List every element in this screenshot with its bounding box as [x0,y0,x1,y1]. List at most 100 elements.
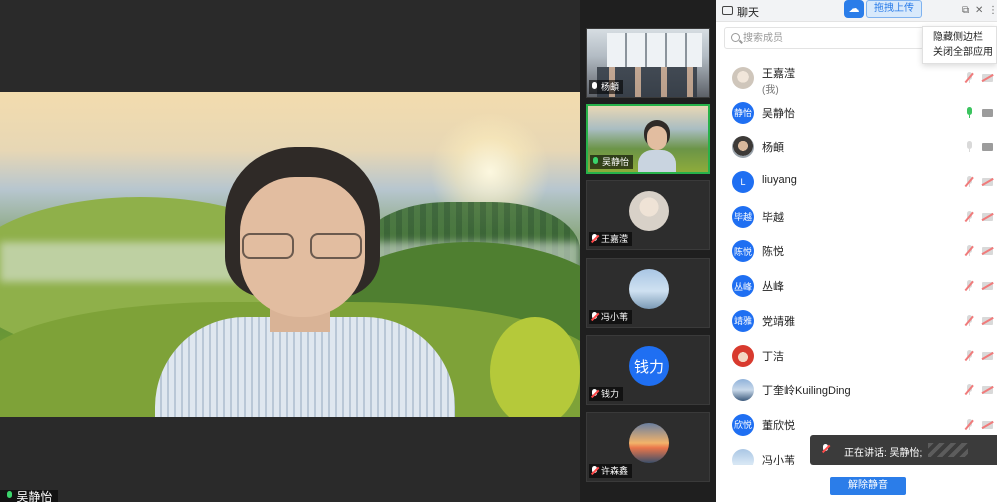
mic-icon [592,157,599,167]
mic-icon [6,491,13,501]
thumbnail-label: 冯小苇 [589,310,633,324]
thumbnail-name: 钱力 [601,389,620,399]
thumbnail-video[interactable]: 杨頔 [586,28,710,98]
member-name: 丁洁 [762,350,784,363]
speaker-glasses [242,233,362,259]
avatar: 毕越 [732,205,754,228]
thumbnail-name: 许森鑫 [601,466,629,476]
menu-item-hide-sidebar[interactable]: 隐藏侧边栏 [933,30,996,45]
mic-icon[interactable] [965,106,973,119]
member-row[interactable]: 王嘉滢 (我) [716,60,997,96]
search-input[interactable] [743,30,918,46]
member-row[interactable]: 丁洁 [716,338,997,373]
main-speaker-video[interactable] [0,92,580,417]
mic-muted-icon[interactable] [964,245,974,257]
mic-muted-icon[interactable] [964,72,974,84]
camera-off-icon[interactable] [982,420,993,429]
avatar [732,344,754,367]
mic-muted-icon[interactable] [964,349,974,362]
avatar [629,269,669,309]
member-row[interactable]: 陈悦 陈悦 [716,233,997,268]
mic-muted-icon[interactable] [964,280,974,292]
camera-icon[interactable] [982,143,993,152]
sidebar-title[interactable]: 聊天 [737,4,759,20]
avatar [629,423,669,463]
speaker-shirt [155,317,455,417]
camera-off-icon[interactable] [982,282,993,291]
mic-muted-icon[interactable] [964,314,974,327]
member-name: 董欣悦 [762,419,795,432]
video-thumbnail-strip: 杨頔 吴静怡 王嘉滢 冯小苇 钱力 钱力 许森鑫 [580,0,716,502]
popout-icon[interactable]: ⧉ [962,5,969,16]
thumbnail-label: 王嘉滢 [589,232,633,246]
search-icon [731,33,740,42]
participants-sidebar: 聊天 ☁ 拖拽上传 ⧉ ✕ ⋮ 隐藏侧边栏 关闭全部应用 王嘉滢(我)静怡吴静怡… [716,0,997,502]
camera-off-icon[interactable] [982,386,993,395]
active-speaker-name: 吴静怡 [16,490,53,502]
camera-off-icon[interactable] [982,247,993,256]
avatar: 静怡 [732,101,754,124]
thumbnail-video[interactable]: 许森鑫 [586,412,710,482]
thumbnail-label: 钱力 [589,387,624,401]
member-row[interactable]: 丛峰 丛峰 [716,268,997,303]
main-video-stage: 吴静怡 [0,0,580,502]
mic-icon[interactable] [965,141,973,153]
thumbnail-name: 王嘉滢 [601,234,629,244]
chat-icon [722,6,733,15]
background-tree [490,317,580,417]
context-menu: 隐藏侧边栏 关闭全部应用 [922,26,997,64]
thumbnail-label: 吴静怡 [590,155,634,169]
baidu-cloud-icon[interactable]: ☁ [844,0,864,18]
avatar [629,191,669,231]
mic-muted-icon [591,312,598,322]
member-row[interactable]: Lliuyang [716,164,997,199]
camera-off-icon[interactable] [982,351,993,360]
audio-wave-icon [928,443,968,457]
member-row[interactable]: 靖雅 党靖雅 [716,303,997,338]
avatar: 丛峰 [732,275,754,298]
mic-muted-icon [822,444,829,454]
mic-muted-icon[interactable] [964,210,974,223]
member-row[interactable]: 杨頔 [716,129,997,164]
mic-icon [591,82,598,92]
menu-item-close-all-apps[interactable]: 关闭全部应用 [933,45,996,60]
member-name: 陈悦 [762,246,784,259]
mic-muted-icon [591,389,598,399]
camera-off-icon[interactable] [982,74,993,82]
camera-off-icon[interactable] [982,178,993,187]
member-row[interactable]: 毕越 毕越 [716,199,997,234]
camera-off-icon[interactable] [982,316,993,325]
speaking-text: 正在讲话: 吴静怡; [844,448,923,459]
mic-muted-icon[interactable] [964,418,974,431]
close-icon[interactable]: ✕ [975,5,983,16]
thumbnail-video[interactable]: 王嘉滢 [586,180,710,250]
camera-off-icon[interactable] [982,212,993,221]
meeting-window: 吴静怡 杨頔 吴静怡 王嘉滢 冯小苇 钱力 钱力 许森鑫 聊天 ☁ 拖拽上传 ⧉… [0,0,997,502]
mic-muted-icon [591,466,598,476]
member-name: 丁奎岭KuilingDing [762,385,851,398]
avatar [732,136,754,159]
thumbnail-video-active[interactable]: 吴静怡 [586,104,710,174]
member-row[interactable]: 丁奎岭KuilingDing [716,372,997,407]
member-name: liuyang [762,174,797,187]
member-name: 丛峰 [762,281,784,294]
speaker-figure [130,147,480,417]
thumbnail-name: 冯小苇 [601,312,629,322]
member-search[interactable] [724,27,924,49]
thumbnail-label: 杨頔 [589,80,624,94]
mic-muted-icon[interactable] [964,384,974,396]
sidebar-header: 聊天 ☁ 拖拽上传 ⧉ ✕ ⋮ [716,0,997,22]
avatar: L [732,171,754,194]
speaking-indicator: 正在讲话: 吴静怡; [810,435,997,465]
avatar: 欣悦 [732,413,754,436]
drag-upload-button[interactable]: 拖拽上传 [866,0,922,18]
mic-muted-icon[interactable] [964,176,974,188]
thumbnail-video[interactable]: 钱力 钱力 [586,335,710,405]
more-icon[interactable]: ⋮ [988,5,997,16]
office-window [607,33,702,67]
member-row[interactable]: 静怡 吴静怡 [716,95,997,130]
avatar [732,448,754,465]
unmute-all-button[interactable]: 解除静音 [830,477,906,495]
thumbnail-video[interactable]: 冯小苇 [586,258,710,328]
camera-icon[interactable] [982,108,993,117]
